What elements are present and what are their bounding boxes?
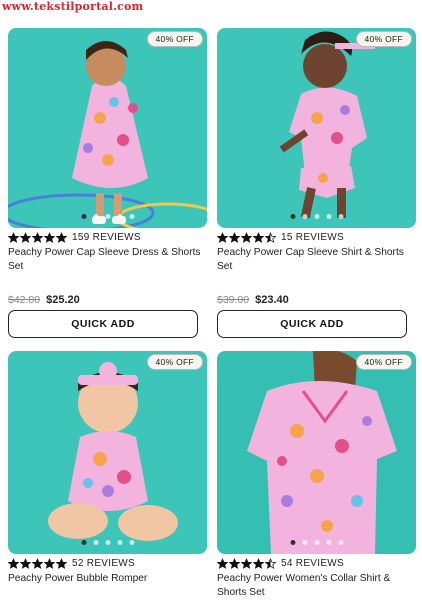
star-filled-icon — [20, 558, 31, 569]
review-count[interactable]: 159 REVIEWS — [72, 232, 141, 243]
carousel-dot[interactable] — [105, 540, 110, 545]
star-filled-icon — [217, 558, 228, 569]
sale-price: $23.40 — [255, 294, 289, 306]
star-filled-icon — [32, 558, 43, 569]
image-carousel-dots[interactable] — [290, 214, 343, 219]
product-name[interactable]: Peachy Power Women's Collar Shirt & Shor… — [217, 572, 416, 600]
quick-add-button[interactable]: QUICK ADD — [8, 310, 198, 338]
girl-in-shirt-shorts-photo — [279, 31, 375, 219]
star-filled-icon — [229, 232, 240, 243]
image-carousel-dots[interactable] — [81, 214, 134, 219]
star-filled-icon — [253, 558, 264, 569]
carousel-dot[interactable] — [81, 540, 86, 545]
watermark-text: www.tekstilportal.com — [2, 0, 144, 13]
image-carousel-dots[interactable] — [290, 540, 343, 545]
product-name[interactable]: Peachy Power Bubble Romper — [8, 572, 207, 586]
star-rating: 54 REVIEWS — [217, 557, 416, 570]
star-filled-icon — [253, 232, 264, 243]
product-name[interactable]: Peachy Power Cap Sleeve Dress & Shorts S… — [8, 246, 207, 274]
star-half-icon — [265, 232, 276, 243]
star-filled-icon — [241, 232, 252, 243]
product-card: 40% OFF 159 REVIEWS Peachy Power Cap Sle… — [8, 28, 207, 338]
carousel-dot[interactable] — [302, 214, 307, 219]
product-card: 40% OFF 52 REVIEWS Peachy Power Bubble R… — [8, 351, 207, 586]
star-rating: 52 REVIEWS — [8, 557, 207, 570]
star-filled-icon — [56, 232, 67, 243]
star-filled-icon — [44, 558, 55, 569]
product-card: 40% OFF 15 REVIEWS Peachy Power Cap Slee… — [217, 28, 416, 338]
carousel-dot[interactable] — [302, 540, 307, 545]
carousel-dot[interactable] — [129, 540, 134, 545]
sale-price: $25.20 — [46, 294, 80, 306]
star-filled-icon — [20, 232, 31, 243]
original-price: $39.00 — [217, 294, 250, 306]
star-half-icon — [265, 558, 276, 569]
carousel-dot[interactable] — [290, 540, 295, 545]
stars — [217, 232, 276, 243]
product-image[interactable]: 40% OFF — [8, 28, 207, 228]
carousel-dot[interactable] — [81, 214, 86, 219]
discount-badge: 40% OFF — [146, 354, 203, 370]
star-filled-icon — [8, 558, 19, 569]
discount-badge: 40% OFF — [355, 354, 412, 370]
product-name[interactable]: Peachy Power Cap Sleeve Shirt & Shorts S… — [217, 246, 416, 274]
price-row: $39.00 $23.40 — [217, 294, 416, 306]
carousel-dot[interactable] — [326, 214, 331, 219]
star-rating: 15 REVIEWS — [217, 231, 416, 244]
star-rating: 159 REVIEWS — [8, 231, 207, 244]
star-filled-icon — [229, 558, 240, 569]
price-row: $42.00 $25.20 — [8, 294, 207, 306]
review-count[interactable]: 52 REVIEWS — [72, 558, 135, 569]
star-filled-icon — [44, 232, 55, 243]
carousel-dot[interactable] — [326, 540, 331, 545]
carousel-dot[interactable] — [105, 214, 110, 219]
discount-badge: 40% OFF — [355, 31, 412, 47]
discount-badge: 40% OFF — [146, 31, 203, 47]
star-filled-icon — [56, 558, 67, 569]
quick-add-button[interactable]: QUICK ADD — [217, 310, 407, 338]
carousel-dot[interactable] — [290, 214, 295, 219]
product-image[interactable]: 40% OFF — [217, 351, 416, 554]
star-filled-icon — [241, 558, 252, 569]
product-card: 40% OFF 54 REVIEWS Peachy Power Women's … — [217, 351, 416, 600]
girl-in-dress-photo — [8, 41, 207, 228]
carousel-dot[interactable] — [93, 540, 98, 545]
carousel-dot[interactable] — [117, 214, 122, 219]
carousel-dot[interactable] — [314, 214, 319, 219]
star-filled-icon — [217, 232, 228, 243]
carousel-dot[interactable] — [314, 540, 319, 545]
image-carousel-dots[interactable] — [81, 540, 134, 545]
stars — [217, 558, 276, 569]
review-count[interactable]: 54 REVIEWS — [281, 558, 344, 569]
stars — [8, 232, 67, 243]
woman-in-pajama-photo — [247, 351, 397, 554]
product-image[interactable]: 40% OFF — [8, 351, 207, 554]
carousel-dot[interactable] — [93, 214, 98, 219]
review-count[interactable]: 15 REVIEWS — [281, 232, 344, 243]
carousel-dot[interactable] — [117, 540, 122, 545]
carousel-dot[interactable] — [338, 540, 343, 545]
star-filled-icon — [8, 232, 19, 243]
carousel-dot[interactable] — [129, 214, 134, 219]
baby-in-romper-photo — [48, 362, 178, 541]
star-filled-icon — [32, 232, 43, 243]
carousel-dot[interactable] — [338, 214, 343, 219]
stars — [8, 558, 67, 569]
product-image[interactable]: 40% OFF — [217, 28, 416, 228]
original-price: $42.00 — [8, 294, 41, 306]
